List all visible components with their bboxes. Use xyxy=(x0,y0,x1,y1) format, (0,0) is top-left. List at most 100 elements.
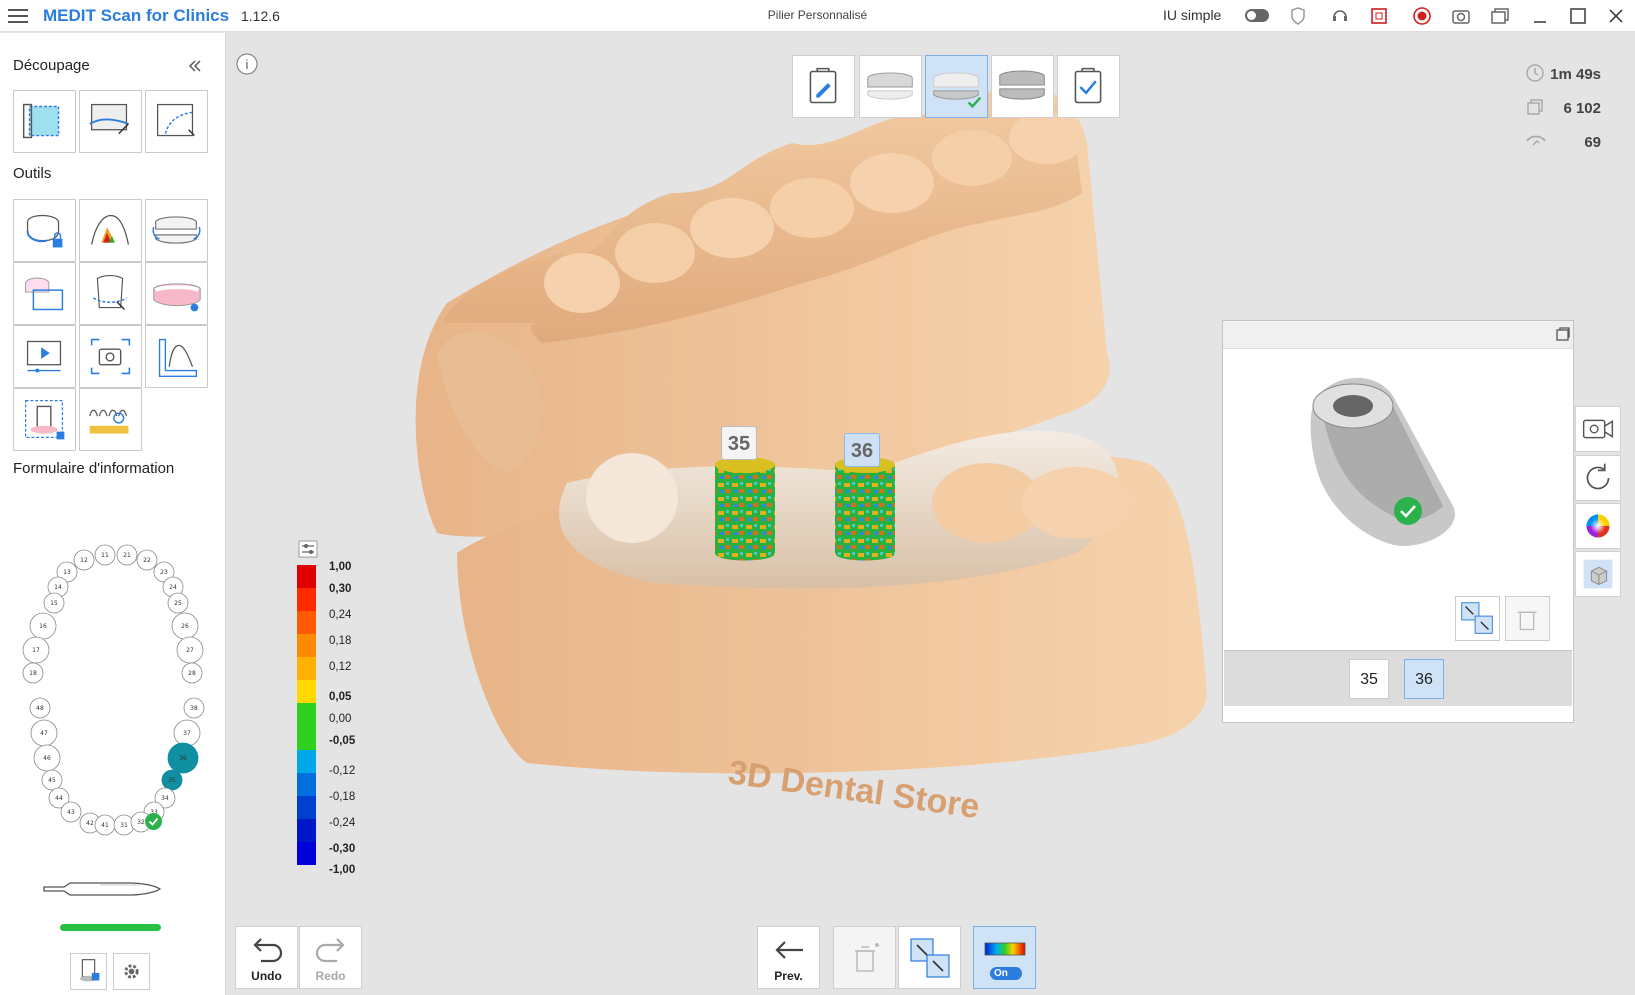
shield-icon[interactable] xyxy=(1288,6,1308,26)
tooth-label-35[interactable]: 35 xyxy=(721,426,757,460)
margin-line-tool-button[interactable] xyxy=(79,262,142,325)
tooth-number-14: 14 xyxy=(54,584,62,591)
preview-tab-36[interactable]: 36 xyxy=(1404,659,1444,699)
tooth-number-26: 26 xyxy=(181,623,189,630)
scale-swatch xyxy=(297,703,316,728)
legend-settings-icon[interactable] xyxy=(298,540,318,558)
cut-area-tool-button[interactable] xyxy=(13,90,76,153)
teeth-library-tool-button[interactable] xyxy=(79,388,142,451)
cut-plane-tool-button[interactable] xyxy=(79,90,142,153)
preview-tab-35[interactable]: 35 xyxy=(1349,659,1389,699)
redo-button[interactable]: Redo xyxy=(299,926,362,989)
scanbody-36[interactable] xyxy=(835,457,895,561)
arrow-left-icon xyxy=(774,941,803,959)
support-headset-icon[interactable] xyxy=(1330,6,1350,26)
undo-label: Undo xyxy=(251,969,282,983)
ruler-measure-icon xyxy=(158,338,198,378)
delete-button[interactable] xyxy=(833,926,896,989)
stage-occlusion-button[interactable] xyxy=(991,55,1054,118)
left-sidebar: Découpage Outils Formulaire d'informatio… xyxy=(0,33,226,995)
view-mode-button[interactable] xyxy=(1575,551,1621,597)
simple-ui-label: IU simple xyxy=(1163,7,1222,23)
maximize-icon[interactable] xyxy=(1568,6,1588,26)
tooth-number-31: 31 xyxy=(120,822,128,829)
scale-label: 0,30 xyxy=(329,583,352,595)
trash-disabled-icon xyxy=(1517,611,1537,631)
scale-label: 0,05 xyxy=(329,691,352,703)
screenshot-icon xyxy=(90,338,131,375)
popout-icon[interactable] xyxy=(1555,326,1571,342)
reset-view-button[interactable] xyxy=(1575,455,1621,501)
scanbody-tool-button[interactable] xyxy=(13,388,76,451)
scanner-button[interactable] xyxy=(70,953,107,990)
minimize-icon[interactable] xyxy=(1530,6,1550,26)
scale-swatch xyxy=(297,795,316,820)
gingiva-tool-button[interactable] xyxy=(145,262,208,325)
capture-tool-button[interactable] xyxy=(79,325,142,388)
camera-view-button[interactable] xyxy=(1575,406,1621,452)
screen-record-region-icon[interactable] xyxy=(1370,6,1394,26)
scale-swatch xyxy=(297,726,316,751)
tools-section-title: Outils xyxy=(13,165,52,182)
record-icon[interactable] xyxy=(1412,6,1432,26)
scale-swatch xyxy=(297,772,316,797)
stage-lower-jaw-button[interactable] xyxy=(925,55,988,118)
tooth-number-15: 15 xyxy=(50,600,58,607)
cube-icon xyxy=(1583,559,1613,589)
close-icon[interactable] xyxy=(1606,6,1626,26)
menu-icon[interactable] xyxy=(8,9,28,23)
align-scans-icon xyxy=(1461,602,1493,634)
deviation-color-scale xyxy=(297,565,316,866)
tooth-number-36: 36 xyxy=(179,755,187,762)
cutting-section-title: Découpage xyxy=(13,57,90,74)
compare-tool-button[interactable] xyxy=(13,262,76,325)
cut-freeform-tool-button[interactable] xyxy=(145,90,208,153)
tooth-number-18: 18 xyxy=(29,670,37,677)
gingiva-arch-icon xyxy=(153,283,201,312)
double-chevron-left-icon[interactable] xyxy=(188,59,202,73)
redo-icon xyxy=(315,938,345,963)
stage-upper-jaw-button[interactable] xyxy=(859,55,922,118)
bite-align-tool-button[interactable] xyxy=(145,199,208,262)
measure-tool-button[interactable] xyxy=(145,325,208,388)
clipboard-check-icon xyxy=(1074,67,1102,104)
previous-button[interactable]: Prev. xyxy=(757,926,820,989)
tooth-label-36[interactable]: 36 xyxy=(844,433,880,467)
previous-label: Prev. xyxy=(774,969,803,983)
stage-review-button[interactable] xyxy=(1057,55,1120,118)
lock-scan-tool-button[interactable] xyxy=(13,199,76,262)
preview-delete-button[interactable] xyxy=(1505,596,1550,641)
tooth-lock-icon xyxy=(26,214,63,248)
color-tooth-icon xyxy=(91,214,130,245)
color-mode-button[interactable] xyxy=(1575,503,1621,549)
camera-icon[interactable] xyxy=(1451,6,1471,26)
scanbody-35[interactable] xyxy=(715,457,775,561)
scan-viewport[interactable]: 3D Dental Store 35 36 i 1m 49s 6 102 69 … xyxy=(227,33,1635,995)
tooth-chart[interactable]: 11 21 12 22 13 23 14 24 15 25 16 26 17 27 18 28 48 38 47 37… xyxy=(13,543,213,853)
simple-ui-toggle[interactable] xyxy=(1245,9,1269,22)
app-name: MEDIT Scan for Clinics xyxy=(43,6,230,25)
info-icon[interactable]: i xyxy=(236,53,258,75)
rotate-icon xyxy=(1586,463,1610,490)
align-button[interactable] xyxy=(898,926,961,989)
scale-swatch xyxy=(297,611,316,635)
scanner-status-bar xyxy=(60,924,161,931)
stage-edit-button[interactable] xyxy=(792,55,855,118)
settings-button[interactable] xyxy=(113,953,150,990)
scanbody-3d-preview[interactable] xyxy=(1293,366,1483,566)
replay-tool-button[interactable] xyxy=(13,325,76,388)
tooth-number-13: 13 xyxy=(63,569,71,576)
window-switch-icon[interactable] xyxy=(1490,6,1510,26)
preview-align-button[interactable] xyxy=(1455,596,1500,641)
tooth-number-42: 42 xyxy=(86,820,94,827)
tooth-number-41: 41 xyxy=(101,822,109,829)
scanbody-icon xyxy=(24,399,65,440)
redo-label: Redo xyxy=(315,969,346,983)
play-video-icon xyxy=(26,340,62,373)
lower-jaw-check-icon xyxy=(933,72,982,109)
teeth-search-icon xyxy=(89,409,129,434)
undo-button[interactable]: Undo xyxy=(235,926,298,989)
deviation-map-toggle-button[interactable]: On xyxy=(973,926,1036,989)
deviation-toggle-switch[interactable]: On xyxy=(990,967,1022,980)
color-tooth-tool-button[interactable] xyxy=(79,199,142,262)
